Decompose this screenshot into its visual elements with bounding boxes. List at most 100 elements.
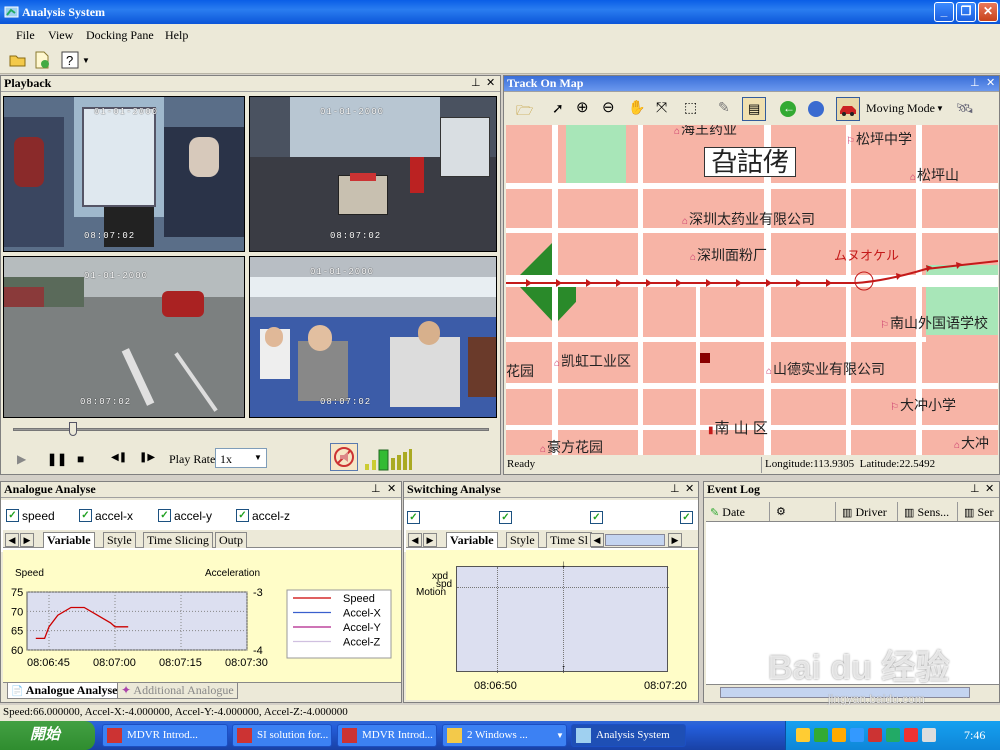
seek-handle[interactable] [69, 422, 77, 436]
tab-variable[interactable]: Variable [446, 532, 498, 548]
tab-time-slicing[interactable]: Time Slicing [143, 532, 213, 548]
open-folder-icon[interactable]: 🗁 [516, 100, 533, 124]
task-windows-group[interactable]: 2 Windows ... ▼ [442, 724, 567, 747]
video-channel-1[interactable]: 01-01-2000 08:07:02 [3, 96, 245, 252]
task-si-solution[interactable]: SI solution for... [232, 724, 332, 747]
seek-track[interactable] [13, 428, 489, 431]
column-date[interactable]: ✎ Date [706, 502, 770, 521]
tab-output[interactable]: Outp [215, 532, 247, 548]
menu-help[interactable]: Help [165, 28, 188, 43]
menu-view[interactable]: View [48, 28, 73, 43]
tab-analogue-analyse[interactable]: 📄 Analogue Analyse [7, 683, 122, 699]
pin-icon[interactable]: ⊥ [670, 482, 680, 497]
task-mdvr-intro-1[interactable]: MDVR Introd... [102, 724, 228, 747]
tab-scroll-left-icon[interactable]: ◀ [5, 533, 19, 547]
menu-docking-pane[interactable]: Docking Pane [86, 28, 154, 43]
tray-icon[interactable] [850, 728, 864, 742]
tab-scrollbar[interactable] [605, 534, 665, 546]
accel-z-checkbox[interactable]: ✓ [236, 509, 249, 522]
switch-2-checkbox[interactable]: ✓ [499, 511, 512, 524]
task-analysis-system[interactable]: Analysis System [571, 724, 686, 747]
speed-checkbox[interactable]: ✓ [6, 509, 19, 522]
moving-mode-dropdown[interactable]: Moving Mode [866, 101, 935, 116]
play-rate-label: Play Rate [169, 452, 216, 466]
tray-icon[interactable] [886, 728, 900, 742]
tab-scroll-right-icon[interactable]: ▶ [668, 533, 682, 547]
tab-style[interactable]: Style [103, 532, 136, 548]
minimize-button[interactable]: _ [934, 2, 954, 22]
close-pane-icon[interactable]: ✕ [986, 76, 995, 91]
step-back-icon[interactable]: ◀❚ [111, 452, 127, 463]
tray-icon[interactable] [832, 728, 846, 742]
pin-icon[interactable]: ⊥ [471, 76, 481, 91]
column-sensor[interactable]: ▥ Sens... [900, 502, 958, 521]
tray-icon[interactable] [868, 728, 882, 742]
accel-x-checkbox[interactable]: ✓ [79, 509, 92, 522]
back-arrow-icon[interactable]: ← [780, 101, 796, 117]
column-filter[interactable]: ⚙ [772, 502, 836, 521]
tab-scroll-right-icon[interactable]: ▶ [20, 533, 34, 547]
vehicle-position-marker[interactable] [700, 353, 710, 363]
pan-hand-icon[interactable]: ✋ [628, 99, 645, 116]
driver-column-icon: ▥ [842, 507, 853, 519]
stop-icon[interactable]: ■ [77, 452, 84, 466]
task-mdvr-intro-2[interactable]: MDVR Introd... [337, 724, 437, 747]
video-channel-3[interactable]: 01-01-2000 08:07:02 [3, 256, 245, 418]
column-service[interactable]: ▥ Ser [960, 502, 1000, 521]
zoom-in-icon[interactable]: ⊕ [576, 98, 589, 116]
tray-icon[interactable] [922, 728, 936, 742]
column-driver[interactable]: ▥ Driver [838, 502, 898, 521]
tray-icon[interactable] [796, 728, 810, 742]
map-canvas[interactable]: ⌂海王药业 ⚐松坪中学 旮詁侤 ⌂松坪山 ⌂深圳太药业有限公司 ⌂深圳面粉厂 ム… [506, 125, 998, 455]
open-folder-icon[interactable] [8, 50, 28, 70]
tab-scroll-left-icon[interactable]: ◀ [408, 533, 422, 547]
select-rect-icon[interactable]: ⬚ [684, 99, 697, 116]
maximize-button[interactable]: ❐ [956, 2, 976, 22]
chevron-down-icon[interactable]: ▼ [936, 104, 944, 113]
close-pane-icon[interactable]: ✕ [685, 482, 694, 497]
zoom-out-icon[interactable]: ⊖ [602, 98, 615, 116]
video-channel-2[interactable]: 01-01-2000 08:07:02 [249, 96, 497, 252]
pin-icon[interactable]: ⊥ [970, 76, 980, 91]
pause-icon[interactable]: ❚❚ [47, 452, 67, 466]
start-button[interactable]: 開始 [0, 721, 95, 750]
tray-icon[interactable] [904, 728, 918, 742]
tab-variable[interactable]: Variable [43, 532, 95, 548]
play-rate-select[interactable]: 1x ▼ [215, 448, 267, 468]
close-pane-icon[interactable]: ✕ [985, 482, 994, 497]
tab-time-slicing[interactable]: Time Sl [546, 532, 592, 548]
step-forward-icon[interactable]: ❚▶ [139, 452, 155, 463]
new-file-icon[interactable] [32, 50, 52, 70]
accel-y-checkbox-label: accel-y [174, 509, 213, 523]
help-dropdown-icon[interactable]: ▼ [82, 56, 90, 65]
close-pane-icon[interactable]: ✕ [387, 482, 396, 497]
switch-4-checkbox[interactable]: ✓ [680, 511, 693, 524]
play-icon[interactable]: ▶ [17, 452, 26, 466]
tray-icon[interactable] [814, 728, 828, 742]
satellite-icon[interactable]: 🛰 [956, 100, 974, 117]
tab-scroll-right-icon[interactable]: ▶ [423, 533, 437, 547]
close-button[interactable]: ✕ [978, 2, 998, 22]
switch-3-checkbox[interactable]: ✓ [590, 511, 603, 524]
close-pane-icon[interactable]: ✕ [486, 76, 495, 91]
pin-icon[interactable]: ⊥ [371, 482, 381, 497]
task-label: Analysis System [596, 729, 670, 741]
vehicle-track-button[interactable] [836, 97, 860, 121]
video-channel-4[interactable]: 01-01-2000 08:07:02 [249, 256, 497, 418]
analogue-title: Analogue Analyse [4, 482, 96, 496]
switch-1-checkbox[interactable]: ✓ [407, 511, 420, 524]
tab-style[interactable]: Style [506, 532, 539, 548]
pointer-icon[interactable]: ➚ [552, 100, 564, 117]
help-icon[interactable]: ? [60, 50, 80, 70]
tab-additional-analogue-label: Additional Analogue [133, 683, 234, 697]
mute-audio-button[interactable] [330, 443, 358, 471]
tab-scroll-left-icon[interactable]: ◀ [590, 533, 604, 547]
pin-icon[interactable]: ⊥ [970, 482, 980, 497]
layer-list-button[interactable]: ▤ [742, 97, 766, 121]
full-extent-icon[interactable]: ⤧ [656, 99, 667, 116]
tab-additional-analogue[interactable]: ✦ Additional Analogue [117, 683, 238, 699]
globe-icon[interactable] [808, 101, 824, 117]
menu-file[interactable]: File [16, 28, 35, 43]
measure-icon[interactable]: ✎ [718, 99, 730, 116]
accel-y-checkbox[interactable]: ✓ [158, 509, 171, 522]
